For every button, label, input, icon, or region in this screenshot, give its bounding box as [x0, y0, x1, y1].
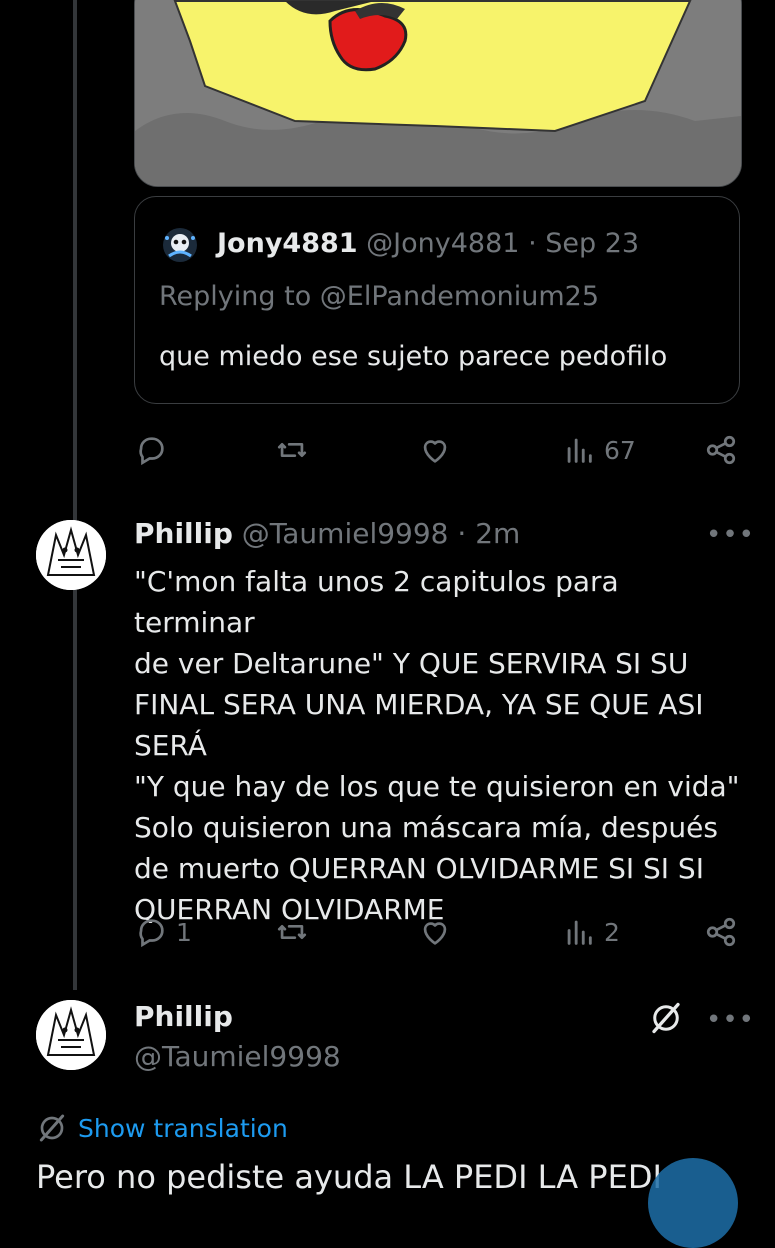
grok-button[interactable] — [648, 1000, 684, 1036]
media-image[interactable] — [134, 0, 742, 187]
post-time[interactable]: 2m — [475, 517, 520, 550]
more-options-button[interactable]: ••• — [706, 520, 755, 550]
quote-avatar[interactable] — [161, 226, 199, 264]
reply-icon — [139, 437, 164, 466]
separator-dot: · — [528, 228, 537, 259]
grok-icon — [652, 1002, 680, 1034]
quote-header: Jony4881 @Jony4881 · Sep 23 — [217, 228, 639, 259]
quote-author-handle[interactable]: @Jony4881 — [366, 228, 519, 259]
like-icon — [423, 922, 447, 945]
quoted-tweet[interactable]: Jony4881 @Jony4881 · Sep 23 Replying to … — [134, 196, 740, 404]
text-line: "C'mon falta unos 2 capitulos para termi… — [134, 565, 619, 639]
reply-button[interactable] — [134, 428, 176, 472]
author-handle[interactable]: @Taumiel9998 — [134, 1040, 341, 1073]
action-bar: 67 — [134, 428, 740, 472]
views-button[interactable]: 67 — [562, 428, 636, 472]
text-line: Solo quisieron una máscara mía, después — [134, 811, 718, 844]
post-text: Pero no pediste ayuda LA PEDI LA PEDI — [36, 1158, 662, 1196]
views-button[interactable]: 2 — [562, 910, 620, 954]
quote-date[interactable]: Sep 23 — [545, 228, 639, 259]
retweet-icon — [277, 442, 307, 458]
text-line: de ver Deltarune" Y QUE SERVIRA SI SU — [134, 647, 689, 680]
translate-icon — [39, 1114, 65, 1142]
like-button[interactable] — [418, 910, 460, 954]
reply-count: 1 — [176, 917, 192, 947]
quote-author-name[interactable]: Jony4881 — [217, 228, 358, 259]
views-count: 67 — [604, 435, 636, 465]
author-name[interactable]: Phillip — [134, 1000, 233, 1033]
separator-dot: · — [457, 517, 467, 550]
reply-header: Phillip @Taumiel9998 · 2m — [134, 517, 520, 550]
avatar[interactable] — [36, 520, 106, 590]
like-button[interactable] — [418, 428, 460, 472]
quote-text: que miedo ese sujeto parece pedofilo — [159, 341, 668, 372]
retweet-button[interactable] — [275, 910, 317, 954]
show-translation-label[interactable]: Show translation — [78, 1114, 288, 1143]
avatar-drawing — [36, 1000, 106, 1070]
views-icon — [567, 438, 592, 463]
quote-replying-to: Replying to @ElPandemonium25 — [159, 281, 600, 312]
author-name[interactable]: Phillip — [134, 517, 233, 550]
like-icon — [423, 440, 447, 463]
text-line: de muerto QUERRAN OLVIDARME SI SI SI — [134, 852, 704, 885]
retweet-button[interactable] — [275, 428, 317, 472]
share-icon — [706, 917, 736, 947]
reply-text: "C'mon falta unos 2 capitulos para termi… — [134, 561, 740, 930]
share-icon — [706, 435, 736, 465]
avatar-drawing — [36, 520, 106, 590]
reply-icon — [139, 919, 164, 948]
share-button[interactable] — [704, 910, 738, 954]
share-button[interactable] — [704, 428, 738, 472]
views-count: 2 — [604, 917, 620, 947]
reply-button[interactable]: 1 — [134, 910, 192, 954]
text-line: "Y que hay de los que te quisieron en vi… — [134, 770, 740, 803]
thread-line — [73, 0, 77, 990]
action-bar: 1 2 — [134, 910, 740, 954]
more-options-button[interactable]: ••• — [706, 1005, 755, 1035]
show-translation-link[interactable]: Show translation — [36, 1112, 288, 1144]
compose-fab-button[interactable] — [648, 1158, 738, 1248]
text-line: FINAL SERA UNA MIERDA, YA SE QUE ASI — [134, 688, 704, 721]
retweet-icon — [277, 924, 307, 940]
text-line: SERÁ — [134, 729, 207, 762]
avatar[interactable] — [36, 1000, 106, 1070]
author-handle[interactable]: @Taumiel9998 — [242, 517, 449, 550]
views-icon — [567, 920, 592, 945]
